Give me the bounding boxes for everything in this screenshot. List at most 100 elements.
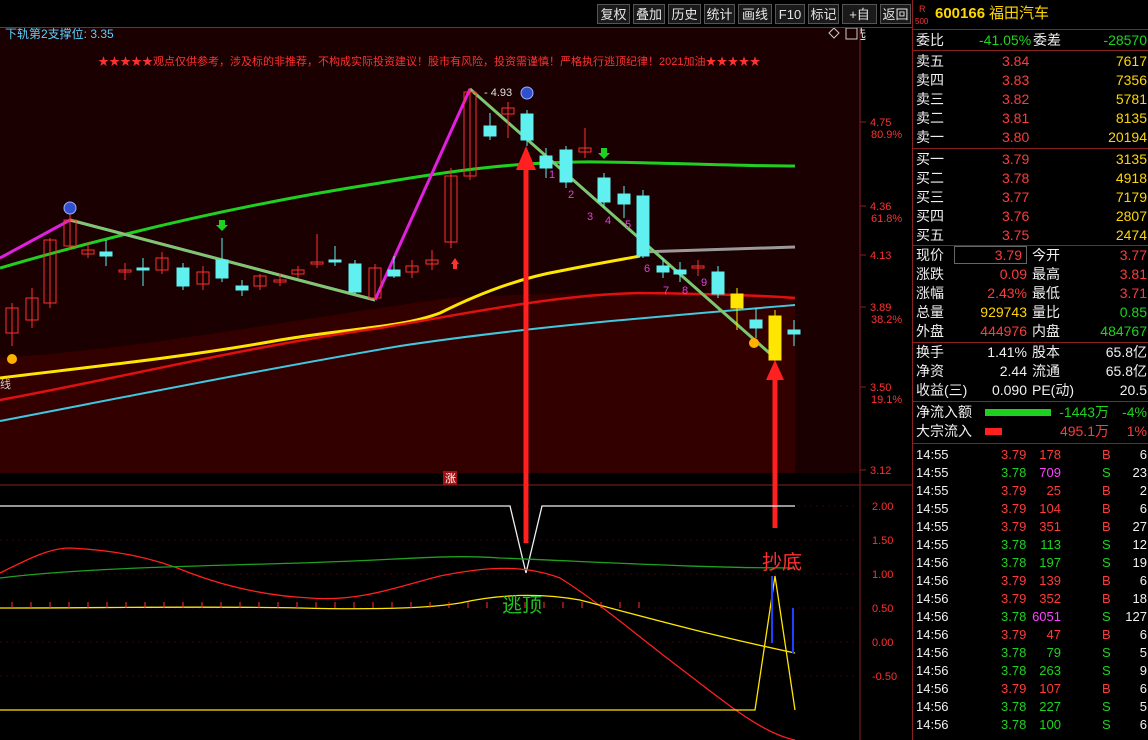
stat-value-2: 3.71	[1119, 285, 1147, 301]
bid-row[interactable]: 买三 3.77 7179	[913, 188, 1148, 207]
stat-label-2: 内盘	[1032, 323, 1060, 339]
tick-price: 3.78	[1001, 465, 1027, 480]
ask-volume: 7356	[1115, 72, 1147, 88]
stat2-row: 净资 2.44 流通 65.8亿	[913, 362, 1148, 381]
tick-row: 14:55 3.78 113 S 12	[913, 536, 1148, 554]
stat2-label: 收益(三)	[916, 382, 968, 398]
ask-label: 卖二	[916, 110, 944, 126]
ask-row[interactable]: 卖五 3.84 7617	[913, 52, 1148, 71]
tick-direction: S	[1102, 537, 1111, 552]
stat2-label-2: PE(动)	[1032, 382, 1074, 398]
left-label: 线	[0, 377, 11, 391]
candle	[348, 260, 362, 294]
ask-price: 3.80	[1002, 129, 1030, 145]
stat2-value-2: 20.5	[1119, 382, 1147, 398]
tick-price: 3.79	[1001, 591, 1027, 606]
bid-row[interactable]: 买四 3.76 2807	[913, 207, 1148, 226]
tick-count: 2	[1139, 483, 1147, 498]
toolbar-button-6[interactable]: 标记	[808, 4, 839, 24]
bid-row[interactable]: 买一 3.79 3135	[913, 150, 1148, 169]
tick-price: 3.79	[1001, 447, 1027, 462]
stat-row: 总量 929743 量比 0.85	[913, 303, 1148, 322]
ask-row[interactable]: 卖四 3.83 7356	[913, 71, 1148, 90]
ask-label: 卖三	[916, 91, 944, 107]
indicator-axis-label: 0.00	[872, 637, 893, 649]
indicator-label: 下轨第2支撑位: 3.35	[5, 28, 114, 41]
stat2-label-2: 股本	[1032, 344, 1060, 360]
tick-volume: 197	[1039, 555, 1061, 570]
candle	[768, 310, 782, 366]
tick-volume: 6051	[1032, 609, 1061, 624]
toolbar-button-7[interactable]: +自选	[842, 4, 877, 42]
ask-row[interactable]: 卖一 3.80 20194	[913, 128, 1148, 147]
tick-price: 3.79	[1001, 519, 1027, 534]
sad-face-icon	[63, 201, 77, 215]
tick-direction: S	[1102, 465, 1111, 480]
tick-direction: B	[1102, 573, 1111, 588]
tick-row: 14:55 3.79 178 B 6	[913, 446, 1148, 464]
indicator-axis-label: 1.00	[872, 569, 893, 581]
stat-label: 涨幅	[916, 285, 944, 301]
tick-row: 14:56 3.79 107 B 6	[913, 680, 1148, 698]
bid-label: 买四	[916, 208, 944, 224]
toolbar-button-4[interactable]: 画线	[738, 4, 772, 24]
stat-value-2: 484767	[1100, 323, 1147, 339]
tick-volume: 178	[1039, 447, 1061, 462]
price-axis-label: 3.50	[870, 382, 891, 394]
bid-row[interactable]: 买五 3.75 2474	[913, 226, 1148, 245]
tick-price: 3.78	[1001, 663, 1027, 678]
ask-row[interactable]: 卖三 3.82 5781	[913, 90, 1148, 109]
tick-volume: 263	[1039, 663, 1061, 678]
tick-volume: 25	[1046, 483, 1061, 498]
bid-price: 3.77	[1002, 189, 1030, 205]
bid-label: 买一	[916, 151, 944, 167]
buy-bottom-label: 抄底	[762, 551, 802, 574]
toolbar-button-3[interactable]: 统计	[704, 4, 735, 24]
toolbar-button-0[interactable]: 复权	[597, 4, 630, 24]
chart-canvas[interactable]: 下轨第2支撑位: 3.35 ★★★★★观点仅供参考，涉及标的非推荐，不构成实际投资…	[0, 28, 912, 740]
stat-row: 外盘 444976 内盘 484767	[913, 322, 1148, 341]
weibi-value: -41.05%	[979, 32, 1032, 48]
stat2-label-2: 流通	[1032, 363, 1060, 379]
bid-label: 买三	[916, 189, 944, 205]
toolbar-button-8[interactable]: 返回	[880, 4, 911, 24]
toolbar-button-2[interactable]: 历史	[668, 4, 701, 24]
wave-number: 6	[644, 263, 650, 275]
wave-number: 9	[701, 277, 707, 289]
tick-direction: B	[1102, 447, 1111, 462]
stat-label: 涨跌	[916, 266, 944, 282]
flow-bar	[985, 428, 1002, 435]
tick-count: 5	[1139, 645, 1147, 660]
tick-time: 14:56	[916, 627, 949, 642]
kline-chart[interactable]: 下轨第2支撑位: 3.35 ★★★★★观点仅供参考，涉及标的非推荐，不构成实际投资…	[0, 28, 912, 740]
wave-number: 5	[625, 219, 631, 231]
tick-direction: B	[1102, 501, 1111, 516]
tick-time: 14:56	[916, 663, 949, 678]
stat-label-2: 最高	[1032, 266, 1060, 282]
bid-row[interactable]: 买二 3.78 4918	[913, 169, 1148, 188]
tick-time: 14:55	[916, 537, 949, 552]
tick-count: 6	[1139, 573, 1147, 588]
tick-count: 6	[1139, 447, 1147, 462]
ask-row[interactable]: 卖二 3.81 8135	[913, 109, 1148, 128]
tick-count: 19	[1132, 555, 1147, 570]
tick-time: 14:55	[916, 501, 949, 516]
price-axis-label: 4.75	[870, 117, 891, 129]
tick-count: 6	[1139, 627, 1147, 642]
high-price-label: - 4.93	[484, 87, 512, 99]
tick-time: 14:56	[916, 573, 949, 588]
tick-volume: 100	[1039, 717, 1061, 732]
bid-volume: 4918	[1115, 170, 1147, 186]
toolbar-button-5[interactable]: F10	[775, 4, 805, 24]
stat-value: 3.79	[953, 246, 1027, 264]
tick-count: 27	[1132, 519, 1147, 534]
tick-row: 14:55 3.79 351 B 27	[913, 518, 1148, 536]
tick-volume: 352	[1039, 591, 1061, 606]
stat-label-2: 量比	[1032, 304, 1060, 320]
notice-text: ★★★★★观点仅供参考，涉及标的非推荐，不构成实际投资建议！股市有风险，投资需谨…	[98, 54, 760, 68]
tick-time: 14:55	[916, 483, 949, 498]
bid-price: 3.79	[1002, 151, 1030, 167]
tick-count: 6	[1139, 717, 1147, 732]
toolbar-button-1[interactable]: 叠加	[633, 4, 665, 24]
bid-price: 3.76	[1002, 208, 1030, 224]
